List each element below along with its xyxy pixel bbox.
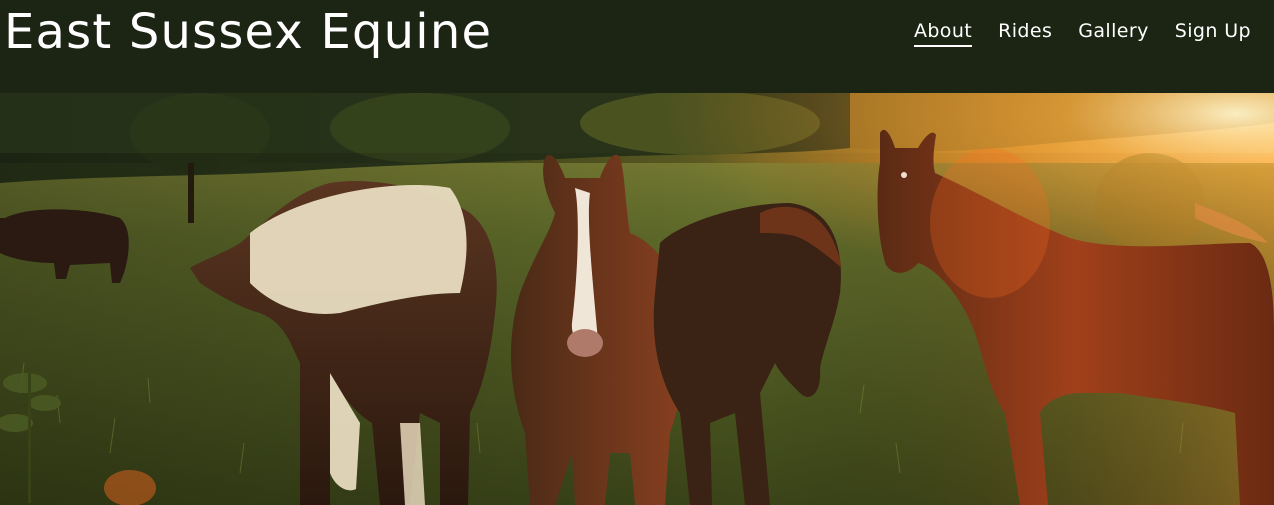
nav-gallery[interactable]: Gallery xyxy=(1078,18,1148,47)
main-nav: About Rides Gallery Sign Up xyxy=(888,18,1251,47)
hero-image xyxy=(0,93,1274,505)
site-title[interactable]: East Sussex Equine xyxy=(4,2,492,62)
horses-in-field-photo xyxy=(0,93,1274,505)
site-header: East Sussex Equine About Rides Gallery S… xyxy=(0,0,1274,93)
nav-rides[interactable]: Rides xyxy=(998,18,1052,47)
nav-about[interactable]: About xyxy=(913,18,973,47)
nav-sign-up[interactable]: Sign Up xyxy=(1175,18,1251,47)
